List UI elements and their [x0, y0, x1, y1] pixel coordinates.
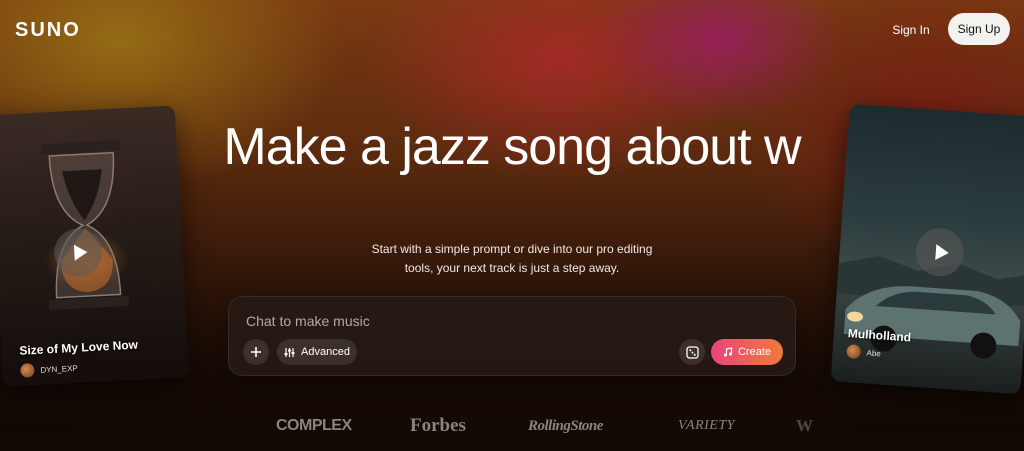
suno-logo[interactable]: SUNO	[15, 19, 81, 42]
sliders-icon	[284, 347, 295, 357]
play-icon	[934, 244, 949, 261]
sign-up-button[interactable]: Sign Up	[948, 13, 1010, 45]
song-artist[interactable]: DYN_EXP	[20, 361, 78, 378]
hero-subtext: Start with a simple prompt or dive into …	[371, 242, 653, 275]
song-title: Size of My Love Now	[19, 337, 139, 358]
press-logo-complex: COMPLEX	[276, 417, 352, 434]
avatar	[20, 363, 35, 378]
create-button[interactable]: Create	[711, 339, 783, 365]
play-icon	[73, 244, 87, 261]
random-prompt-button[interactable]	[679, 339, 705, 365]
avatar	[846, 344, 862, 360]
advanced-button[interactable]: Advanced	[277, 339, 357, 365]
add-button[interactable]	[243, 339, 269, 365]
song-artist[interactable]: Abe	[846, 344, 881, 360]
artist-name: DYN_EXP	[40, 363, 78, 375]
artist-name: Abe	[866, 347, 882, 358]
chat-input[interactable]	[246, 311, 666, 331]
press-logo-variety: VARIETY	[678, 418, 735, 433]
plus-icon	[251, 347, 261, 357]
press-logo-rollingstone: RollingStone	[528, 417, 603, 434]
press-logo-partial: W	[796, 416, 813, 435]
chat-composer: Advanced Create	[228, 296, 796, 376]
advanced-label: Advanced	[301, 346, 350, 358]
sign-in-button[interactable]: Sign In	[880, 15, 942, 45]
dice-icon	[685, 345, 699, 359]
press-logo-forbes: Forbes	[410, 415, 466, 436]
music-note-icon	[723, 347, 733, 357]
create-label: Create	[737, 346, 772, 358]
hero-headline: Make a jazz song about w	[223, 118, 801, 176]
